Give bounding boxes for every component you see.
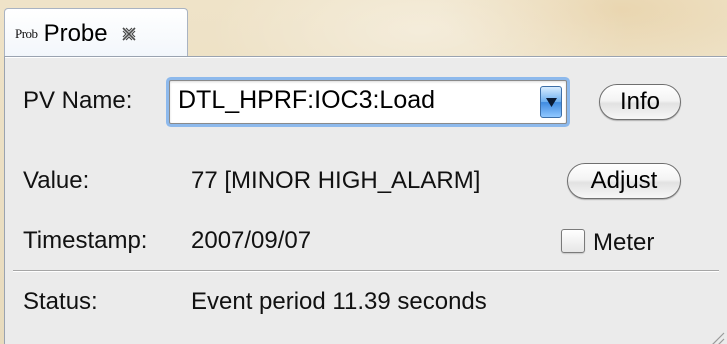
desktop-background: Prob Probe PV Name: DTL_HPRF:IOC3:Load I…	[0, 0, 727, 344]
timestamp-label: Timestamp:	[23, 227, 148, 254]
chevron-down-icon[interactable]	[540, 86, 562, 118]
separator	[13, 270, 719, 272]
probe-panel: PV Name: DTL_HPRF:IOC3:Load Info Value: …	[4, 56, 727, 344]
adjust-button[interactable]: Adjust	[567, 163, 681, 199]
pv-name-value[interactable]: DTL_HPRF:IOC3:Load	[178, 86, 435, 115]
meter-checkbox[interactable]	[561, 229, 585, 253]
tab-title: Probe	[43, 19, 108, 47]
timestamp-value: 2007/09/07	[191, 227, 312, 254]
tab-probe[interactable]: Prob Probe	[4, 8, 188, 58]
pv-name-combobox[interactable]: DTL_HPRF:IOC3:Load	[169, 80, 567, 124]
pv-name-label: PV Name:	[23, 87, 133, 114]
close-icon[interactable]	[120, 25, 138, 43]
status-value: Event period 11.39 seconds	[191, 288, 487, 315]
status-label: Status:	[23, 288, 98, 315]
value-text: 77 [MINOR HIGH_ALARM]	[191, 167, 481, 194]
meter-label[interactable]: Meter	[593, 229, 654, 257]
resize-grip-icon[interactable]	[707, 330, 725, 344]
value-label: Value:	[23, 167, 90, 194]
probe-app-icon: Prob	[15, 26, 38, 41]
info-button[interactable]: Info	[599, 84, 681, 120]
